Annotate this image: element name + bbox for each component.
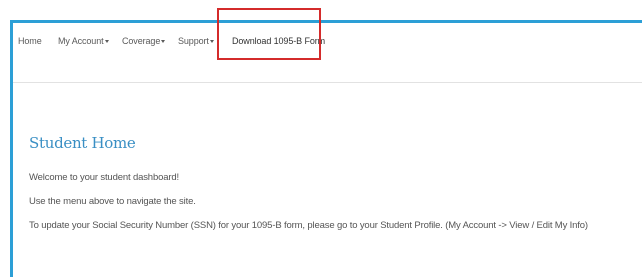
- nav-my-account-label: My Account: [58, 36, 104, 46]
- nav-coverage-dropdown[interactable]: Coverage: [122, 36, 166, 46]
- nav-home-link[interactable]: Home: [18, 36, 42, 46]
- nav-coverage-label: Coverage: [122, 36, 161, 46]
- page-title: Student Home: [29, 134, 136, 152]
- nav-my-account-dropdown[interactable]: My Account: [58, 36, 109, 46]
- chevron-down-icon: [161, 39, 166, 43]
- ssn-update-text: To update your Social Security Number (S…: [29, 220, 588, 231]
- navigation-hint-text: Use the menu above to navigate the site.: [29, 196, 196, 207]
- nav-support-dropdown[interactable]: Support: [178, 36, 214, 46]
- chevron-down-icon: [209, 39, 214, 43]
- top-navbar: [13, 23, 642, 83]
- welcome-text: Welcome to your student dashboard!: [29, 172, 179, 183]
- chevron-down-icon: [104, 39, 109, 43]
- nav-download-1095b-link[interactable]: Download 1095-B Form: [232, 36, 325, 46]
- nav-support-label: Support: [178, 36, 209, 46]
